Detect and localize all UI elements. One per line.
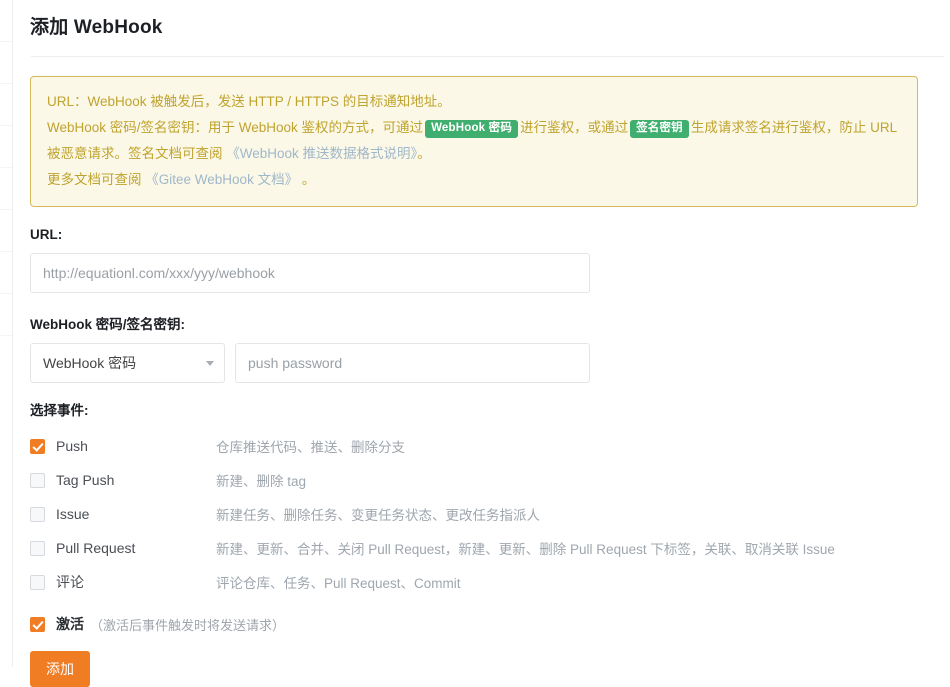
event-desc-pull-request: 新建、更新、合并、关闭 Pull Request，新建、更新、删除 Pull R… <box>216 542 835 557</box>
secret-type-select-wrap: WebHook 密码 <box>30 343 225 383</box>
activate-label: 激活 <box>56 616 84 632</box>
sidebar-rule <box>0 210 12 252</box>
notice-more-docs-prefix: 更多文档可查阅 <box>47 172 142 187</box>
events-label: 选择事件: <box>30 403 89 418</box>
event-row-issue[interactable]: Issue 新建任务、删除任务、变更任务状态、更改任务指派人 <box>30 497 950 531</box>
webhook-form-page: 添加 WebHook URL：WebHook 被触发后，发送 HTTP / HT… <box>14 0 950 687</box>
sidebar-edge <box>0 0 13 667</box>
notice-more-docs-suffix: 。 <box>301 172 316 187</box>
badge-signature-key: 签名密钥 <box>630 120 689 138</box>
event-name-push: Push <box>56 438 88 454</box>
checkbox-activate[interactable] <box>30 616 45 632</box>
checkbox-issue[interactable] <box>30 506 45 522</box>
events-list: Push 仓库推送代码、推送、删除分支 Tag Push 新建、删除 tag I… <box>30 429 950 599</box>
sidebar-rule <box>0 42 12 84</box>
sidebar-rule <box>0 126 12 168</box>
link-gitee-webhook-doc[interactable]: 《Gitee WebHook 文档》 <box>145 172 298 187</box>
event-desc-comment: 评论仓库、任务、Pull Request、Commit <box>216 576 461 591</box>
activate-row[interactable]: 激活 （激活后事件触发时将发送请求） <box>30 607 950 641</box>
event-name-comment: 评论 <box>56 574 84 590</box>
notice-box: URL：WebHook 被触发后，发送 HTTP / HTTPS 的目标通知地址… <box>30 76 918 207</box>
event-name-pull-request: Pull Request <box>56 540 136 556</box>
webhook-form: URL: WebHook 密码/签名密钥: WebHook 密码 选择事件: P… <box>30 207 950 687</box>
notice-secret-text-1: WebHook 密码/签名密钥：用于 WebHook 鉴权的方式，可通过 <box>47 120 424 135</box>
activate-hint: （激活后事件触发时将发送请求） <box>90 617 286 633</box>
secret-type-select[interactable]: WebHook 密码 <box>30 343 225 383</box>
event-name-issue: Issue <box>56 506 90 522</box>
badge-webhook-password: WebHook 密码 <box>425 120 519 138</box>
notice-line-url: URL：WebHook 被触发后，发送 HTTP / HTTPS 的目标通知地址… <box>47 94 451 109</box>
sidebar-rule <box>0 0 12 42</box>
notice-secret-text-4: 。 <box>417 146 431 161</box>
checkbox-comment[interactable] <box>30 574 45 590</box>
page-title: 添加 WebHook <box>30 17 163 38</box>
event-desc-issue: 新建任务、删除任务、变更任务状态、更改任务指派人 <box>216 508 540 523</box>
event-name-tag-push: Tag Push <box>56 472 115 488</box>
sidebar-rule <box>0 294 12 336</box>
url-input[interactable] <box>30 253 590 293</box>
notice-secret-text-2: 进行鉴权，或通过 <box>520 120 629 135</box>
submit-button[interactable]: 添加 <box>30 651 90 687</box>
sidebar-rule <box>0 252 12 294</box>
link-webhook-payload-doc[interactable]: 《WebHook 推送数据格式说明》 <box>226 146 417 161</box>
notice-line-more-docs: 更多文档可查阅 《Gitee WebHook 文档》 。 <box>47 167 901 193</box>
event-row-tag-push[interactable]: Tag Push 新建、删除 tag <box>30 463 950 497</box>
page-header: 添加 WebHook <box>14 0 950 57</box>
sidebar-rule <box>0 84 12 126</box>
header-divider <box>31 56 944 57</box>
notice-line-secret: WebHook 密码/签名密钥：用于 WebHook 鉴权的方式，可通过 WebH… <box>47 115 901 167</box>
sidebar-rule <box>0 168 12 210</box>
checkbox-push[interactable] <box>30 438 45 454</box>
secret-field-label: WebHook 密码/签名密钥: <box>30 317 185 332</box>
url-field-label: URL: <box>30 227 63 242</box>
event-desc-tag-push: 新建、删除 tag <box>216 474 307 489</box>
event-desc-push: 仓库推送代码、推送、删除分支 <box>216 440 405 455</box>
secret-row: WebHook 密码 <box>30 343 950 383</box>
event-row-push[interactable]: Push 仓库推送代码、推送、删除分支 <box>30 429 950 463</box>
event-row-comment[interactable]: 评论 评论仓库、任务、Pull Request、Commit <box>30 565 950 599</box>
checkbox-tag-push[interactable] <box>30 472 45 488</box>
event-row-pull-request[interactable]: Pull Request 新建、更新、合并、关闭 Pull Request，新建… <box>30 531 950 565</box>
secret-value-input[interactable] <box>235 343 590 383</box>
checkbox-pull-request[interactable] <box>30 540 45 556</box>
